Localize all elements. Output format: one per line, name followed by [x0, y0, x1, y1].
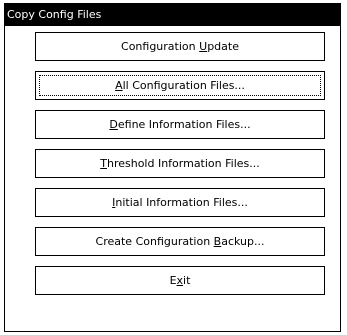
- threshold-information-files-button[interactable]: Threshold Information Files...: [35, 149, 325, 178]
- configuration-update-button[interactable]: Configuration Update: [35, 32, 325, 61]
- create-configuration-backup-button[interactable]: Create Configuration Backup...: [35, 227, 325, 256]
- exit-button[interactable]: Exit: [35, 266, 325, 295]
- initial-information-files-button[interactable]: Initial Information Files...: [35, 188, 325, 217]
- dialog-title-bar: Copy Config Files: [5, 4, 340, 26]
- all-configuration-files-button[interactable]: All Configuration Files...: [35, 71, 325, 100]
- dialog-title: Copy Config Files: [7, 8, 102, 21]
- copy-config-files-dialog: Copy Config Files Configuration Update A…: [4, 3, 341, 332]
- define-information-files-button[interactable]: Define Information Files...: [35, 110, 325, 139]
